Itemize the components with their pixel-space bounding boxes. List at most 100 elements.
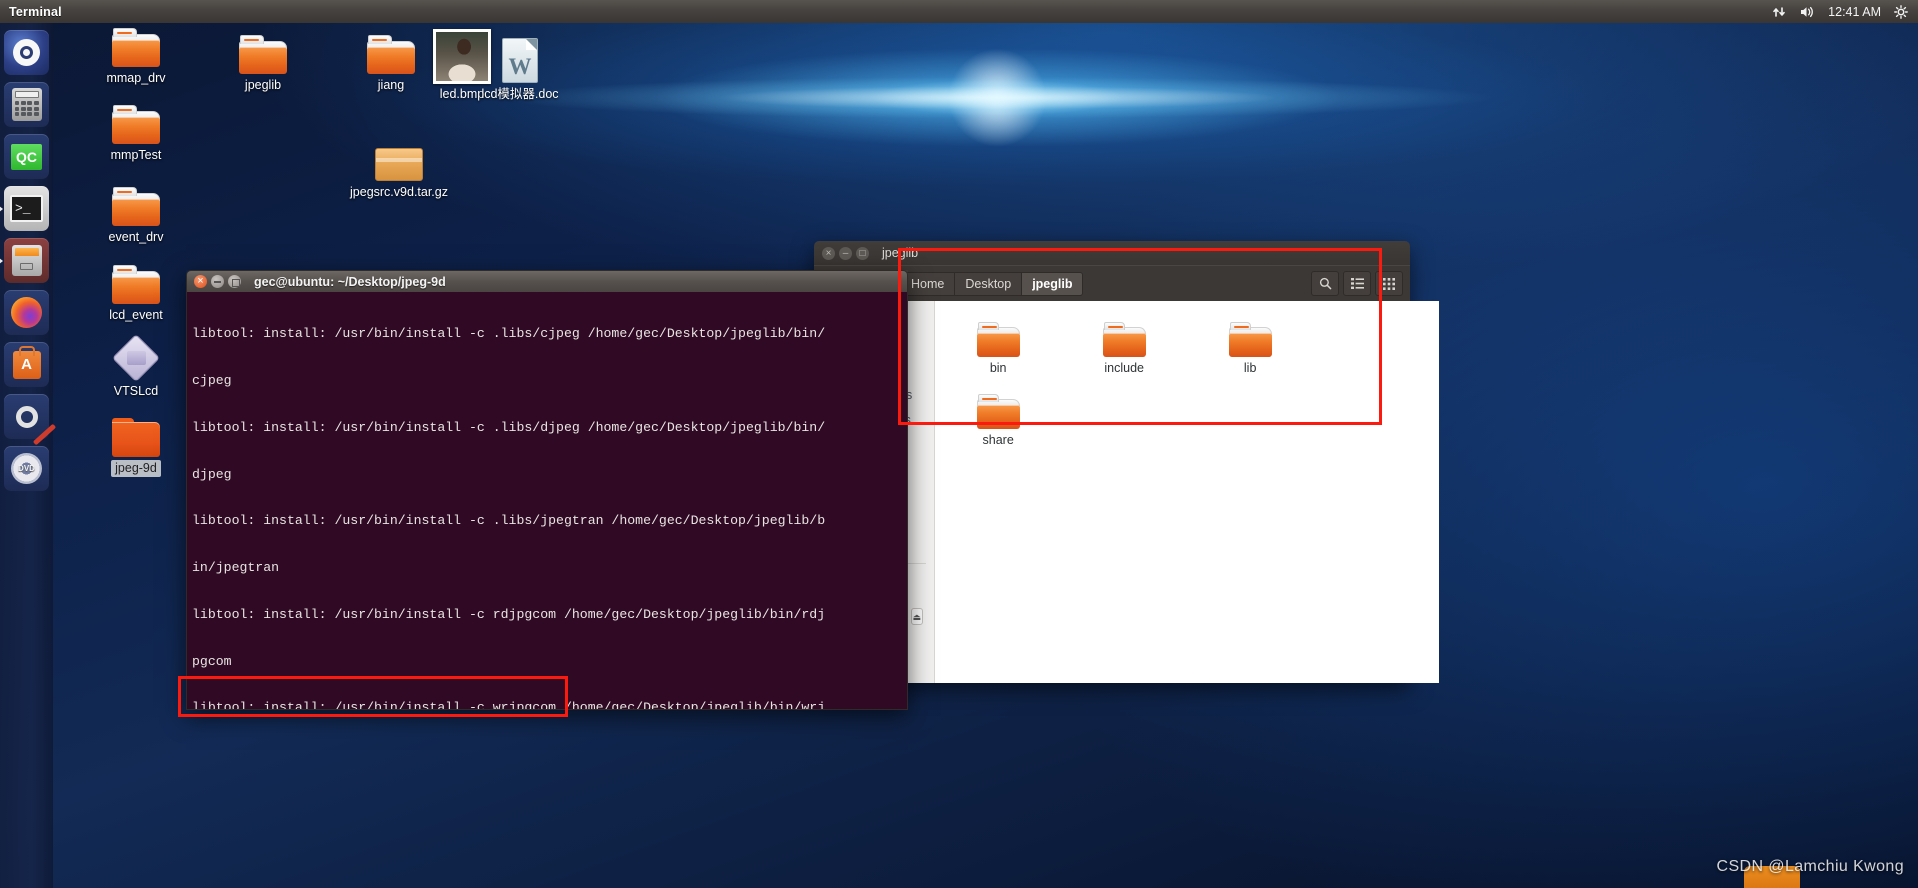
folder-icon xyxy=(976,394,1020,429)
file-item-label: share xyxy=(982,433,1014,447)
folder-icon xyxy=(367,35,415,74)
terminal-minimize-button[interactable] xyxy=(211,275,224,288)
file-item-label: bin xyxy=(989,361,1007,375)
desktop-icon-mmpTest[interactable]: mmpTest xyxy=(88,105,184,164)
breadcrumb-label: jpeglib xyxy=(1032,276,1073,291)
terminal-maximize-button[interactable] xyxy=(228,275,241,288)
launcher-item-terminal[interactable]: >_ xyxy=(4,186,49,231)
terminal-line: libtool: install: /usr/bin/install -c .l… xyxy=(192,326,826,342)
file-item-label: include xyxy=(1104,361,1144,375)
desktop-icon-jpeglib[interactable]: jpeglib xyxy=(215,35,311,94)
desktop-icon-label: event_drv xyxy=(108,230,164,244)
desktop-icon-jpegsrc-targz[interactable]: jpegsrc.v9d.tar.gz xyxy=(334,142,464,201)
launcher-item-firefox[interactable] xyxy=(4,290,49,335)
terminal-line: cjpeg xyxy=(192,372,232,388)
folder-icon xyxy=(976,322,1020,357)
desktop-icon-label: mmpTest xyxy=(110,148,162,162)
folder-icon xyxy=(112,418,160,457)
folder-icon xyxy=(112,265,160,304)
settings-gear-icon xyxy=(15,405,56,445)
desktop-icon-VTSLcd[interactable]: VTSLcd xyxy=(88,333,184,400)
unity-launcher: QC >_ A DVD xyxy=(0,23,56,888)
folder-icon xyxy=(112,105,160,144)
file-manager-close-button[interactable] xyxy=(822,246,835,260)
qt-creator-icon: QC xyxy=(11,143,42,170)
folder-icon xyxy=(239,35,287,74)
watermark: CSDN @Lamchiu Kwong xyxy=(1716,858,1904,875)
file-manager-maximize-button[interactable] xyxy=(856,246,869,260)
launcher-item-ubuntu-dash[interactable] xyxy=(4,30,49,75)
dvd-icon: DVD xyxy=(11,453,42,484)
file-item-label: lib xyxy=(1243,361,1257,375)
list-view-icon[interactable] xyxy=(1343,271,1371,296)
network-icon[interactable] xyxy=(1772,5,1786,19)
desktop-icon-lcd-doc[interactable]: W lcd模拟器.doc xyxy=(460,38,580,103)
breadcrumb-jpeglib[interactable]: jpeglib xyxy=(1022,271,1084,296)
terminal-line: libtool: install: /usr/bin/install -c .l… xyxy=(192,419,826,435)
launcher-item-files[interactable] xyxy=(4,238,49,283)
folder-icon xyxy=(1228,322,1272,357)
calculator-icon xyxy=(11,88,42,121)
folder-icon xyxy=(1102,322,1146,357)
archive-tgz-icon xyxy=(375,142,423,181)
desktop-icon-jpeg-9d[interactable]: jpeg-9d xyxy=(88,418,184,477)
file-item-share[interactable]: share xyxy=(935,387,1061,459)
file-item-lib[interactable]: lib xyxy=(1187,315,1313,387)
desktop-icon-label: VTSLcd xyxy=(113,384,159,398)
file-manager-minimize-button[interactable] xyxy=(839,246,852,260)
files-icon xyxy=(11,245,42,276)
archive-icon xyxy=(111,333,161,383)
desktop-icon-label: mmap_drv xyxy=(106,71,166,85)
file-grid: bin include lib share xyxy=(935,315,1439,459)
indicator-area: 12:41 AM xyxy=(1772,5,1918,19)
terminal-title: gec@ubuntu: ~/Desktop/jpeg-9d xyxy=(254,274,446,289)
file-item-bin[interactable]: bin xyxy=(935,315,1061,387)
terminal-line: pgcom xyxy=(192,653,232,669)
desktop-icon-label: lcd_event xyxy=(109,308,163,322)
terminal-close-button[interactable] xyxy=(194,275,207,288)
terminal-window[interactable]: gec@ubuntu: ~/Desktop/jpeg-9d libtool: i… xyxy=(186,270,908,710)
launcher-item-qt-creator[interactable]: QC xyxy=(4,134,49,179)
launcher-item-system-settings[interactable] xyxy=(4,394,56,445)
toolbar-right-buttons xyxy=(1311,271,1403,296)
firefox-icon xyxy=(11,297,42,328)
desktop-icon-label: jpegsrc.v9d.tar.gz xyxy=(350,185,448,199)
file-manager-titlebar[interactable]: jpeglib xyxy=(814,241,1410,265)
folder-icon xyxy=(112,187,160,226)
eject-icon[interactable]: ⏏ xyxy=(910,608,924,625)
desktop-icon-label: jpeglib xyxy=(244,78,282,92)
desktop-icon-label: jpeg-9d xyxy=(111,460,161,477)
terminal-line: in/jpegtran xyxy=(192,560,280,576)
ubuntu-logo-icon xyxy=(13,39,40,66)
folder-icon xyxy=(112,28,160,67)
search-icon[interactable] xyxy=(1311,271,1339,296)
launcher-item-dvd-drive[interactable]: DVD xyxy=(4,446,49,491)
file-manager-content[interactable]: bin include lib share xyxy=(935,301,1440,683)
desktop-icon-event_drv[interactable]: event_drv xyxy=(88,187,184,246)
launcher-item-ubuntu-software[interactable]: A xyxy=(4,342,49,387)
clock[interactable]: 12:41 AM xyxy=(1828,5,1881,19)
terminal-line: libtool: install: /usr/bin/install -c rd… xyxy=(192,606,826,622)
desktop-icon-mmap_drv[interactable]: mmap_drv xyxy=(88,28,184,87)
file-item-include[interactable]: include xyxy=(1061,315,1187,387)
file-item-empty xyxy=(1313,315,1439,387)
terminal-line: libtool: install: /usr/bin/install -c wr… xyxy=(192,700,826,710)
volume-icon[interactable] xyxy=(1799,5,1815,19)
gear-icon[interactable] xyxy=(1894,4,1908,19)
app-menu-title[interactable]: Terminal xyxy=(9,5,62,19)
desktop-icon-lcd_event[interactable]: lcd_event xyxy=(88,265,184,324)
ubuntu-software-icon: A xyxy=(12,350,41,379)
launcher-item-calculator[interactable] xyxy=(4,82,49,127)
top-panel: Terminal 12:41 AM xyxy=(0,0,1918,23)
terminal-output[interactable]: libtool: install: /usr/bin/install -c .l… xyxy=(186,292,908,710)
terminal-icon: >_ xyxy=(10,195,43,222)
breadcrumb-desktop[interactable]: Desktop xyxy=(955,271,1023,296)
terminal-titlebar[interactable]: gec@ubuntu: ~/Desktop/jpeg-9d xyxy=(186,270,908,292)
breadcrumb-label: Desktop xyxy=(965,276,1012,291)
word-document-icon: W xyxy=(502,38,538,83)
terminal-line: djpeg xyxy=(192,466,232,482)
breadcrumb: Home Desktop jpeglib xyxy=(885,271,1084,296)
desktop-icon-label: lcd模拟器.doc xyxy=(481,87,559,101)
file-manager-title: jpeglib xyxy=(882,246,919,260)
grid-view-icon[interactable] xyxy=(1375,271,1403,296)
